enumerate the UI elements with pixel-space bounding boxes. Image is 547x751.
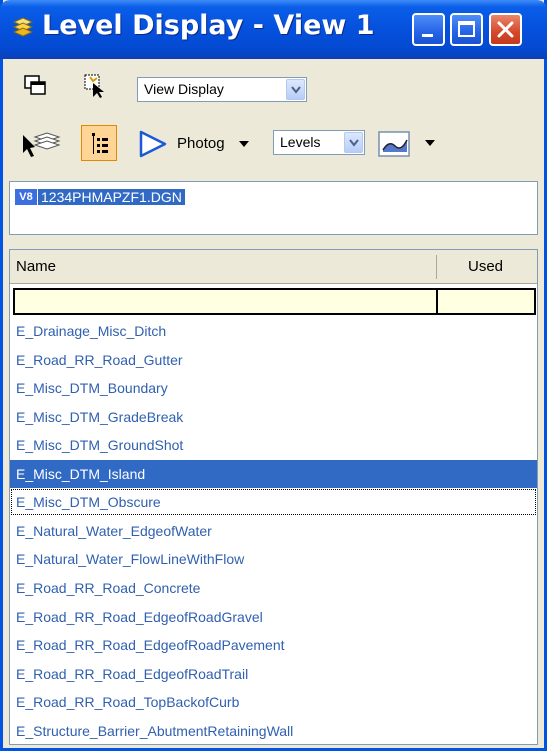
- level-manager-icon[interactable]: [21, 129, 61, 159]
- levels-dropdown[interactable]: Levels: [273, 130, 365, 155]
- close-button[interactable]: [489, 13, 522, 46]
- maximize-icon: [458, 21, 475, 37]
- v8-file-icon: V8: [15, 189, 37, 205]
- dropdown-triangle-icon: [239, 141, 249, 147]
- filter-divider: [436, 290, 438, 313]
- minimize-icon: [422, 34, 433, 37]
- chevron-down-icon: [344, 132, 363, 153]
- level-row[interactable]: E_Road_RR_Road_EdgeofRoadTrail: [10, 660, 537, 688]
- display-mode-dropdown[interactable]: View Display: [137, 77, 307, 102]
- close-icon: [497, 21, 514, 38]
- tree-view-icon: [92, 133, 108, 154]
- copy-window-icon[interactable]: [23, 74, 49, 98]
- minimize-button[interactable]: [412, 13, 445, 46]
- level-row[interactable]: E_Drainage_Misc_Ditch: [10, 317, 537, 345]
- level-row[interactable]: E_Road_RR_Road_Gutter: [10, 346, 537, 374]
- level-row[interactable]: E_Natural_Water_EdgeofWater: [10, 517, 537, 545]
- file-tree[interactable]: V8 1234PHMAPZF1.DGN: [9, 181, 538, 235]
- photog-label: Photog: [177, 135, 225, 152]
- level-row[interactable]: E_Misc_DTM_Boundary: [10, 374, 537, 402]
- maximize-button[interactable]: [450, 13, 483, 46]
- play-arrow-icon: [139, 130, 167, 158]
- dropdown-triangle-icon: [425, 140, 435, 146]
- level-row[interactable]: E_Road_RR_Road_Concrete: [10, 574, 537, 602]
- file-name[interactable]: 1234PHMAPZF1.DGN: [38, 189, 185, 205]
- level-row[interactable]: E_Road_RR_Road_TopBackofCurb: [10, 688, 537, 716]
- level-row[interactable]: E_Misc_DTM_Island: [10, 459, 537, 488]
- level-row[interactable]: E_Natural_Water_FlowLineWithFlow: [10, 545, 537, 573]
- level-list[interactable]: Name Used E_Drainage_Misc_Ditch E_Road_RR…: [9, 249, 538, 745]
- level-display-window: Level Display - View 1 View Display Phot…: [0, 0, 547, 751]
- column-header-used[interactable]: Used: [468, 258, 503, 275]
- level-row[interactable]: E_Misc_DTM_GradeBreak: [10, 403, 537, 431]
- symbology-icon: [378, 131, 410, 157]
- window-title: Level Display - View 1: [42, 10, 375, 41]
- column-divider[interactable]: [436, 255, 437, 279]
- level-display-icon: [12, 17, 34, 37]
- levels-value: Levels: [280, 134, 321, 150]
- chevron-down-icon: [286, 79, 305, 100]
- toolbar-row-1: View Display: [3, 59, 544, 113]
- title-bar[interactable]: Level Display - View 1: [0, 0, 547, 59]
- level-row[interactable]: E_Road_RR_Road_EdgeofRoadPavement: [10, 631, 537, 659]
- column-header-name[interactable]: Name: [16, 258, 56, 275]
- display-mode-value: View Display: [144, 81, 224, 97]
- select-element-icon[interactable]: [83, 73, 109, 99]
- level-row[interactable]: E_Road_RR_Road_EdgeofRoadGravel: [10, 603, 537, 631]
- toolbar-row-2: Photog Levels: [3, 113, 544, 175]
- hierarchy-toggle-button[interactable]: [81, 125, 117, 161]
- level-row[interactable]: E_Misc_DTM_Obscure: [10, 488, 537, 516]
- level-row[interactable]: E_Misc_DTM_GroundShot: [10, 431, 537, 459]
- list-header: Name Used: [10, 250, 537, 284]
- level-row[interactable]: E_Structure_Barrier_AbutmentRetainingWal…: [10, 717, 537, 744]
- filter-row[interactable]: [13, 288, 536, 315]
- symbology-button[interactable]: [377, 128, 437, 160]
